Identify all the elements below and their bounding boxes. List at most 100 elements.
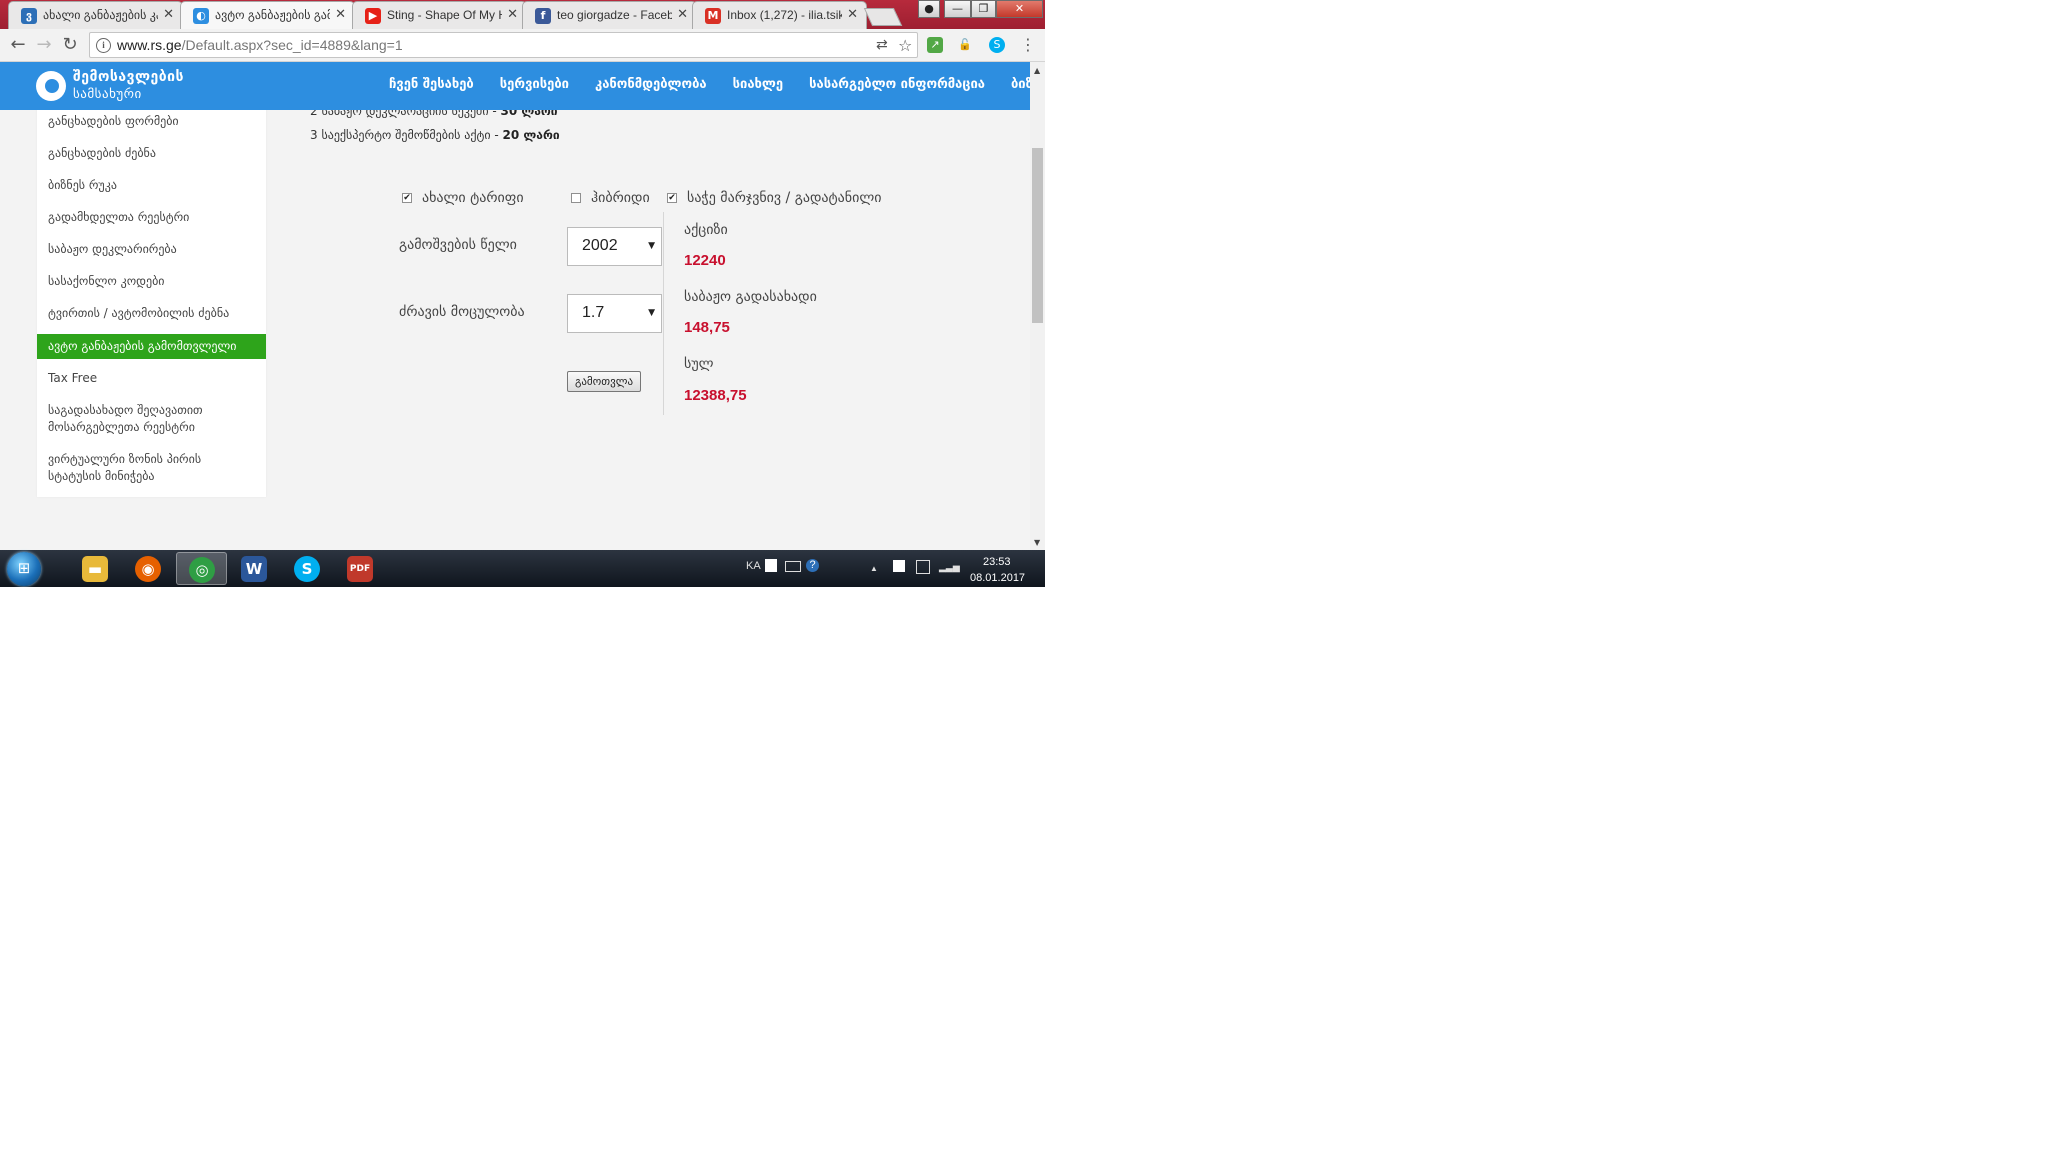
bookmark-star-icon[interactable]: ☆ [898,36,912,55]
tab-auto-customs-calculator[interactable]: ◐ ავტო განბაჟების გამ ✕ [180,1,355,29]
maximize-window-button[interactable]: ❐ [971,0,996,18]
fee-line-text: 3 საექსპერტო შემოწმების აქტი - [310,128,503,142]
browser-tab-strip: ვ ახალი განბაჟების კალ ✕ ◐ ავტო განბაჟებ… [0,0,1045,29]
fee-line-value: 20 ლარი [502,128,560,142]
sidebar-item-business-map[interactable]: ბიზნეს რუკა [37,177,266,194]
taskbar-explorer[interactable]: ▬ [70,552,121,585]
taskbar-chrome[interactable]: ◎ [176,552,227,585]
excise-value: 12240 [684,252,726,269]
logo-subtitle[interactable]: სამსახური [73,87,142,102]
browser-toolbar: ← → ↻ i www.rs.ge/Default.aspx?sec_id=48… [0,29,1045,62]
show-hidden-icons-arrow[interactable]: ▲ [870,564,878,573]
firefox-icon: ◉ [135,556,161,582]
url-path: /Default.aspx?sec_id=4889&lang=1 [181,37,403,53]
start-button[interactable]: ⊞ [7,552,41,586]
nav-about-us[interactable]: ჩვენ შესახებ [376,62,487,110]
production-year-value: 2002 [582,237,618,254]
url-host: www.rs.ge [117,37,182,53]
scroll-down-arrow-icon[interactable]: ▼ [1034,538,1040,547]
tab-new-customs-calculator[interactable]: ვ ახალი განბაჟების კალ ✕ [8,1,183,29]
site-header: შემოსავლების სამსახური ჩვენ შესახებ სერვ… [0,62,1030,110]
excise-label: აქციზი [684,222,728,238]
windows-taskbar: ⊞ ▬ ◉ ◎ W S PDF KA ? ▲ ▂▃▅ [0,550,1045,587]
gmail-icon: M [705,8,721,24]
new-tariff-checkbox[interactable]: ✔ [402,193,412,203]
taskbar-pdf[interactable]: PDF [335,552,386,585]
sidebar-item-cargo-vehicle-search[interactable]: ტვირთის / ავტომობილის ძებნა [37,305,266,322]
close-tab-icon[interactable]: ✕ [677,7,688,22]
sidebar-item-application-search[interactable]: განცხადების ძებნა [37,145,266,162]
hybrid-checkbox[interactable] [571,193,581,203]
clock-time[interactable]: 23:53 [983,556,1011,568]
sidebar-item-virtual-zone-status[interactable]: ვირტუალური ზონის პირის სტატუსის მინიჭება [37,451,252,485]
address-bar[interactable]: i www.rs.ge/Default.aspx?sec_id=4889&lan… [89,32,918,58]
taskbar-firefox[interactable]: ◉ [123,552,174,585]
taskbar-word[interactable]: W [229,552,280,585]
main-navigation: ჩვენ შესახებ სერვისები კანონმდებლობა სია… [376,62,1030,110]
nav-services[interactable]: სერვისები [487,62,582,110]
url-text[interactable]: www.rs.ge/Default.aspx?sec_id=4889&lang=… [117,37,403,53]
close-tab-icon[interactable]: ✕ [847,7,858,22]
tab-facebook[interactable]: f teo giorgadze - Faceb ✕ [522,1,697,29]
sidebar-item-taxpayer-registry[interactable]: გადამხდელთა რეესტრი [37,209,266,226]
sidebar-item-commodity-codes[interactable]: სასაქონლო კოდები [37,273,266,290]
calculate-button[interactable]: გამოთვლა [567,371,641,392]
nav-useful-information[interactable]: სასარგებლო ინფორმაცია [796,62,998,110]
browser-menu-icon[interactable]: ⋮ [1018,35,1038,55]
customs-tax-value: 148,75 [684,319,730,336]
language-indicator[interactable]: KA [746,560,761,572]
close-tab-icon[interactable]: ✕ [335,7,346,22]
extension-share-icon[interactable]: ↗ [927,37,943,53]
minimize-window-button[interactable]: — [944,0,971,18]
help-icon[interactable]: ? [806,559,819,572]
site-info-icon[interactable]: i [96,38,111,53]
customs-tax-label: საბაჟო გადასახადი [684,289,817,305]
extension-lock-icon[interactable]: 🔓 [957,37,973,53]
close-window-button[interactable]: ✕ [996,0,1043,18]
signal-strength-icon[interactable]: ▂▃▅ [939,562,960,573]
clock-date[interactable]: 08.01.2017 [970,572,1025,584]
user-profile-button[interactable]: ● [918,0,940,18]
scroll-up-arrow-icon[interactable]: ▲ [1034,66,1040,75]
dropdown-arrow-icon: ▼ [648,308,655,318]
new-tariff-label: ახალი ტარიფი [422,190,524,206]
close-tab-icon[interactable]: ✕ [507,7,518,22]
tab-gmail-inbox[interactable]: M Inbox (1,272) - ilia.tsik ✕ [692,1,867,29]
close-tab-icon[interactable]: ✕ [163,7,174,22]
skype-extension-icon[interactable]: S [989,37,1005,53]
keyboard-icon[interactable] [785,561,801,572]
rs-logo-icon[interactable] [36,71,66,101]
sidebar-item-tax-free[interactable]: Tax Free [37,370,266,387]
network-icon[interactable] [916,560,930,574]
tab-title: Inbox (1,272) - ilia.tsik [727,8,842,22]
nav-business[interactable]: ბიზნესი [998,62,1030,110]
tray-app-icon[interactable] [765,559,777,572]
nav-news[interactable]: სიახლე [720,62,796,110]
back-button[interactable]: ← [8,35,28,55]
reload-button[interactable]: ↻ [60,35,80,55]
nav-legislation[interactable]: კანონმდებლობა [582,62,720,110]
total-label: სულ [684,356,714,372]
right-hand-drive-checkbox[interactable]: ✔ [667,193,677,203]
fee-line-expert-act: 3 საექსპერტო შემოწმების აქტი - 20 ლარი [310,128,560,142]
sidebar-item-application-forms[interactable]: განცხადების ფორმები [37,113,266,130]
scrollbar-thumb[interactable] [1032,148,1043,323]
translate-icon[interactable]: ⇄ [876,37,888,53]
windows-logo-icon: ⊞ [17,559,31,577]
sidebar-item-tax-benefit-registry[interactable]: საგადასახადო შეღავათით მოსარგებლეთა რეეს… [37,402,252,436]
action-center-flag-icon[interactable] [893,560,905,572]
tab-youtube-sting[interactable]: ▶ Sting - Shape Of My H ✕ [352,1,527,29]
production-year-select[interactable]: 2002 ▼ [567,227,662,266]
new-tab-button[interactable] [863,8,903,26]
sidebar-menu: განცხადების ფორმები განცხადების ძებნა ბი… [37,102,266,497]
sidebar-item-auto-customs-calculator[interactable]: ავტო განბაჟების გამომთვლელი [37,334,266,359]
forward-button[interactable]: → [34,35,54,55]
engine-volume-select[interactable]: 1.7 ▼ [567,294,662,333]
taskbar-skype[interactable]: S [282,552,333,585]
logo-title[interactable]: შემოსავლების [73,69,184,85]
page-scrollbar[interactable]: ▲ ▼ [1030,62,1045,550]
total-value: 12388,75 [684,387,747,404]
engine-volume-label: ძრავის მოცულობა [399,304,525,320]
sidebar-item-customs-declaration[interactable]: საბაჟო დეკლარირება [37,241,266,258]
youtube-icon: ▶ [365,8,381,24]
